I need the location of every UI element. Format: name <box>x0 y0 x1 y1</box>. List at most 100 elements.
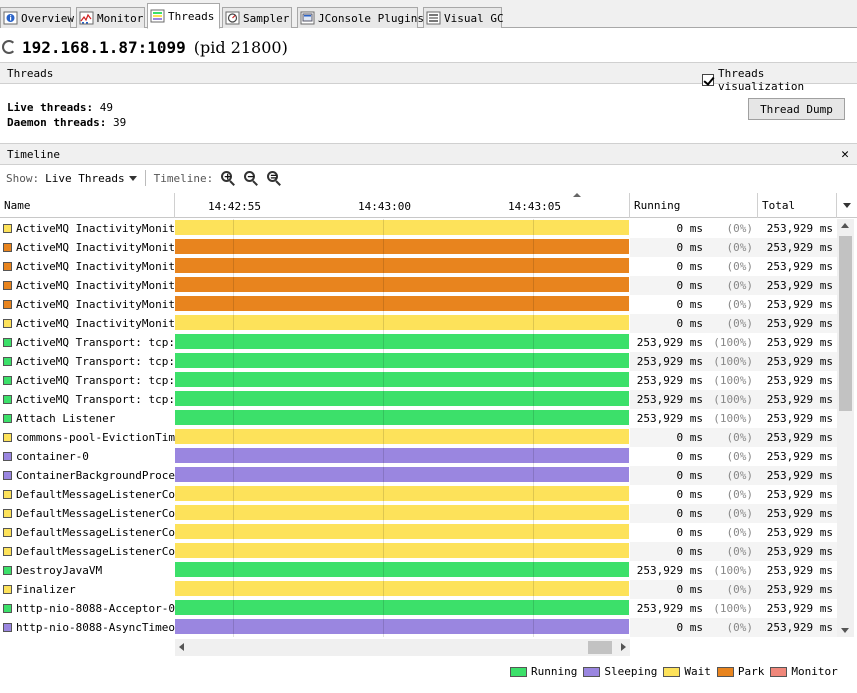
scroll-up-icon[interactable] <box>841 223 849 228</box>
zoom-out-icon[interactable]: − <box>243 170 259 186</box>
running-time: 0 ms <box>676 488 704 501</box>
scroll-right-icon[interactable] <box>621 643 626 651</box>
total-time: 253,929 ms <box>766 412 833 425</box>
table-row[interactable]: DestroyJavaVM 253,929 ms (100%) 253,929 ms <box>0 561 837 580</box>
tab-monitor[interactable]: Monitor <box>76 7 145 28</box>
thread-state-swatch <box>3 623 12 632</box>
host-address: 192.168.1.87:1099 <box>22 37 186 57</box>
thread-name-cell: ActiveMQ InactivityMonitor <box>0 257 175 276</box>
table-row[interactable]: http-nio-8088-Acceptor-0 253,929 ms (100%)… <box>0 599 837 618</box>
table-row[interactable]: ActiveMQ InactivityMonitor 0 ms (0%) 253,92… <box>0 276 837 295</box>
running-time: 0 ms <box>676 450 704 463</box>
timeline-gridline <box>233 428 234 447</box>
running-cell: 253,929 ms (100%) <box>630 333 758 352</box>
legend-label: Sleeping <box>604 665 658 678</box>
timeline-gridline <box>533 580 534 599</box>
thread-name: ContainerBackgroundProcessor <box>16 469 175 482</box>
running-time: 253,929 ms <box>636 564 703 577</box>
running-cell: 0 ms (0%) <box>630 504 758 523</box>
tab-sampler[interactable]: Sampler <box>222 7 292 28</box>
legend-swatch <box>663 666 681 677</box>
timeline-gridline <box>383 599 384 618</box>
tab-overview[interactable]: Overview <box>0 7 74 28</box>
thread-name-cell: ActiveMQ Transport: tcp:// <box>0 333 175 352</box>
table-row[interactable]: commons-pool-EvictionTimer 0 ms (0%) 253,92… <box>0 428 837 447</box>
table-row[interactable]: ActiveMQ Transport: tcp:// 253,929 ms (100… <box>0 371 837 390</box>
table-row[interactable]: ActiveMQ InactivityMonitor 0 ms (0%) 253,92… <box>0 257 837 276</box>
thread-dump-button[interactable]: Thread Dump <box>748 98 845 120</box>
thread-timeline-bar <box>175 391 629 406</box>
table-row[interactable]: ActiveMQ InactivityMonitor 0 ms (0%) 253,92… <box>0 295 837 314</box>
running-percent: (0%) <box>726 545 754 558</box>
thread-name-cell: container-0 <box>0 447 175 466</box>
threads-visualization-checkbox[interactable]: Threads visualization <box>702 67 857 93</box>
total-time: 253,929 ms <box>758 618 837 637</box>
thread-name: container-0 <box>16 450 89 463</box>
timeline-gridline <box>383 542 384 561</box>
table-row[interactable]: DefaultMessageListenerContainer 0 ms (0%) 2… <box>0 542 837 561</box>
thread-name-cell: DefaultMessageListenerContainer <box>0 485 175 504</box>
column-header-name[interactable]: Name <box>0 193 175 218</box>
scroll-down-icon[interactable] <box>841 628 849 633</box>
scrollbar-thumb[interactable] <box>588 641 612 654</box>
table-row[interactable]: ActiveMQ Transport: tcp:// 253,929 ms (100… <box>0 390 837 409</box>
close-icon[interactable]: ✕ <box>841 147 849 162</box>
total-time: 253,929 ms <box>758 314 837 333</box>
thread-timeline-bar <box>175 315 629 330</box>
timeline-gridline <box>233 447 234 466</box>
scrollbar-thumb[interactable] <box>839 236 852 411</box>
running-time: 0 ms <box>676 241 704 254</box>
table-row[interactable]: Finalizer 0 ms (0%) 253,929 ms <box>0 580 837 599</box>
zoom-in-icon[interactable]: + <box>220 170 236 186</box>
legend-item-wait: Wait <box>663 665 711 678</box>
timeline-gridline <box>533 447 534 466</box>
scroll-left-icon[interactable] <box>179 643 184 651</box>
tab-visual-gc[interactable]: Visual GC <box>423 7 504 28</box>
tab-label: Overview <box>21 11 74 25</box>
table-row[interactable]: ActiveMQ Transport: tcp:// 253,929 ms (100… <box>0 333 837 352</box>
live-threads-value: 49 <box>99 101 113 114</box>
legend-label: Running <box>531 665 578 678</box>
running-time: 0 ms <box>676 469 704 482</box>
timeline-gridline <box>383 276 384 295</box>
vertical-scrollbar[interactable] <box>837 219 854 637</box>
running-cell: 0 ms (0%) <box>630 428 758 447</box>
table-row[interactable]: ContainerBackgroundProcessor 0 ms (0%) 253,… <box>0 466 837 485</box>
column-header-timeline[interactable]: 14:42:55 14:43:00 14:43:05 <box>175 193 630 218</box>
running-cell: 0 ms (0%) <box>630 295 758 314</box>
table-row[interactable]: DefaultMessageListenerContainer 0 ms (0%) 2… <box>0 523 837 542</box>
thread-name-cell: ActiveMQ InactivityMonitor <box>0 219 175 238</box>
timeline-gridline <box>533 352 534 371</box>
running-percent: (0%) <box>726 507 754 520</box>
timeline-gridline <box>533 314 534 333</box>
show-filter-dropdown[interactable]: Live Threads <box>45 172 137 185</box>
table-row[interactable]: ActiveMQ InactivityMonitor 0 ms (0%) 253,92… <box>0 314 837 333</box>
timeline-gridline <box>383 466 384 485</box>
table-row[interactable]: ActiveMQ Transport: tcp:// 253,929 ms (100… <box>0 352 837 371</box>
tab-threads[interactable]: Threads <box>147 3 220 29</box>
thread-timeline-bar <box>175 524 629 539</box>
table-row[interactable]: DefaultMessageListenerContainer 0 ms (0%) 2… <box>0 504 837 523</box>
table-row[interactable]: http-nio-8088-AsyncTimeout 0 ms (0%) 253,92… <box>0 618 837 637</box>
table-row[interactable]: ActiveMQ InactivityMonitor 0 ms (0%) 253,92… <box>0 238 837 257</box>
timeline-gridline <box>533 542 534 561</box>
column-menu-button[interactable] <box>837 193 857 218</box>
horizontal-scrollbar[interactable] <box>175 639 630 656</box>
thread-state-swatch <box>3 395 12 404</box>
thread-state-swatch <box>3 338 12 347</box>
tab-jconsole-plugins[interactable]: JConsole Plugins <box>297 7 424 28</box>
column-header-total[interactable]: Total <box>758 193 837 218</box>
column-header-running[interactable]: Running <box>630 193 758 218</box>
timeline-gridline <box>383 257 384 276</box>
table-row[interactable]: container-0 0 ms (0%) 253,929 ms <box>0 447 837 466</box>
table-row[interactable]: ActiveMQ InactivityMonitor 0 ms (0%) 253,92… <box>0 219 837 238</box>
thread-name-cell: DefaultMessageListenerContainer <box>0 523 175 542</box>
zoom-fit-icon[interactable]: = <box>266 170 282 186</box>
running-time: 253,929 ms <box>636 602 703 615</box>
timeline-tick: 14:43:00 <box>358 200 411 213</box>
thread-name: ActiveMQ Transport: tcp:// <box>16 355 175 368</box>
table-row[interactable]: DefaultMessageListenerContainer 0 ms (0%) 2… <box>0 485 837 504</box>
table-row[interactable]: Attach Listener 253,929 ms (100%) 253,929 m… <box>0 409 837 428</box>
thread-name-cell: ActiveMQ InactivityMonitor <box>0 238 175 257</box>
timeline-gridline <box>383 580 384 599</box>
